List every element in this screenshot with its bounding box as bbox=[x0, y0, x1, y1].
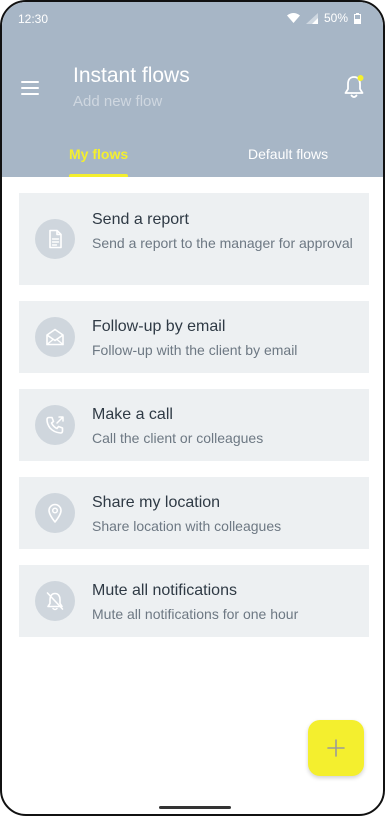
notification-bell-icon[interactable] bbox=[343, 74, 365, 100]
home-indicator bbox=[159, 806, 231, 809]
header-title-block: Instant flows Add new flow bbox=[73, 63, 190, 110]
tab-default-flows[interactable]: Default flows bbox=[248, 146, 328, 162]
location-pin-icon bbox=[35, 493, 75, 533]
flow-card-follow-up-email[interactable]: Follow-up by email Follow-up with the cl… bbox=[19, 301, 369, 373]
flow-description: Call the client or colleagues bbox=[92, 430, 264, 446]
status-bar: 12:30 50% bbox=[2, 2, 383, 36]
battery-icon bbox=[354, 12, 361, 24]
phone-screen: 12:30 50% Instant flows Add new flow My … bbox=[0, 0, 385, 816]
active-tab-indicator bbox=[69, 174, 128, 177]
flow-title: Send a report bbox=[92, 211, 189, 228]
tab-bar: My flows Default flows bbox=[2, 134, 383, 177]
add-flow-button[interactable] bbox=[308, 720, 364, 776]
flow-title: Follow-up by email bbox=[92, 318, 226, 335]
battery-percentage: 50% bbox=[323, 11, 348, 25]
flow-card-share-location[interactable]: Share my location Share location with co… bbox=[19, 477, 369, 549]
envelope-icon bbox=[35, 317, 75, 357]
bell-off-icon bbox=[35, 581, 75, 621]
phone-icon bbox=[35, 405, 75, 445]
document-icon bbox=[35, 219, 75, 259]
flow-title: Make a call bbox=[92, 406, 173, 423]
flow-description: Share location with colleagues bbox=[92, 518, 282, 534]
add-new-flow-link[interactable]: Add new flow bbox=[73, 93, 190, 110]
flow-title: Share my location bbox=[92, 494, 221, 511]
flow-description: Follow-up with the client by email bbox=[92, 342, 298, 358]
flow-description: Mute all notifications for one hour bbox=[92, 606, 299, 622]
flow-list: Send a report Send a report to the manag… bbox=[19, 193, 369, 653]
flow-description: Send a report to the manager for approva… bbox=[92, 235, 353, 251]
hamburger-menu-icon[interactable] bbox=[19, 79, 43, 97]
app-header: 12:30 50% Instant flows Add new flow My … bbox=[2, 2, 383, 177]
signal-icon bbox=[305, 12, 318, 24]
notification-dot bbox=[357, 75, 364, 81]
flow-card-make-call[interactable]: Make a call Call the client or colleague… bbox=[19, 389, 369, 461]
flow-card-mute-notifications[interactable]: Mute all notifications Mute all notifica… bbox=[19, 565, 369, 637]
plus-icon bbox=[327, 739, 345, 757]
wifi-icon bbox=[286, 13, 300, 23]
flow-card-send-report[interactable]: Send a report Send a report to the manag… bbox=[19, 193, 369, 285]
status-time: 12:30 bbox=[18, 12, 49, 26]
page-title: Instant flows bbox=[73, 64, 190, 87]
tab-my-flows[interactable]: My flows bbox=[69, 146, 128, 162]
status-icons: 50% bbox=[286, 11, 361, 25]
flow-title: Mute all notifications bbox=[92, 582, 237, 599]
